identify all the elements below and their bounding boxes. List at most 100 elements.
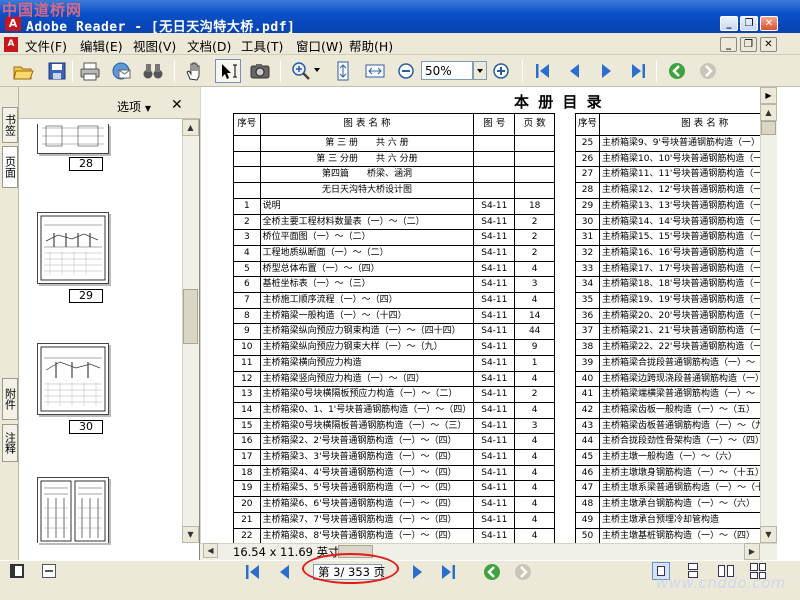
cell-drawing-no: S4-11 xyxy=(473,354,516,372)
menu-document[interactable]: 文档(D) xyxy=(187,36,231,55)
tab-attachments[interactable]: 附件 xyxy=(2,378,18,420)
hand-tool-icon[interactable] xyxy=(182,59,208,83)
previous-page-icon[interactable] xyxy=(562,59,588,83)
cell-title: 桥位平面图（一）～（二） xyxy=(259,229,475,246)
cell-title: 主桥箱梁6、6'号块普通钢筋构造（一）～（四） xyxy=(259,496,475,513)
cell-drawing-no: S4-11 xyxy=(473,323,516,341)
cell-title: 主桥箱梁横向预应力构造 xyxy=(259,354,475,372)
cell-title: 主桥箱梁9、9'号块普通钢筋构造（一）～（四） xyxy=(599,135,760,152)
document-icon[interactable]: A xyxy=(4,37,18,52)
snapshot-tool-icon[interactable] xyxy=(247,59,273,83)
page-options-arrow-icon[interactable]: ▶ xyxy=(760,87,777,104)
cell-pages: 44 xyxy=(514,323,555,341)
tab-comments[interactable]: 注释 xyxy=(2,424,18,462)
status-next-view-icon[interactable] xyxy=(513,562,533,582)
page-thumbnail-29[interactable] xyxy=(37,212,109,284)
zoom-in-icon[interactable] xyxy=(488,59,514,83)
cell-title: 主桥箱梁22、22'号块普通钢筋构造（一）～（四） xyxy=(599,339,760,356)
last-page-icon[interactable] xyxy=(625,59,651,83)
cell-no: 4 xyxy=(233,244,261,262)
fit-width-icon[interactable] xyxy=(362,59,388,83)
menu-tools[interactable]: 工具(T) xyxy=(241,36,283,55)
menu-window[interactable]: 窗口(W) xyxy=(296,36,343,55)
status-next-page-icon[interactable] xyxy=(407,562,427,582)
table-row: 43 主桥箱梁齿板普通钢筋构造（一）～（九） xyxy=(575,417,760,435)
page-thumbnail-28[interactable] xyxy=(37,124,109,154)
show-navigation-pane-icon[interactable] xyxy=(10,564,24,578)
cell-no: 45 xyxy=(575,449,601,466)
panel-options-menu[interactable]: 选项 ▼ xyxy=(117,98,151,115)
cell-title: 主桥箱梁纵向预应力钢束大样（一）～（九） xyxy=(259,339,475,356)
cell-pages: 3 xyxy=(514,276,555,294)
select-text-tool-icon[interactable] xyxy=(215,59,241,83)
cell-pages: 3 xyxy=(514,417,555,435)
cell-drawing-no: S4-11 xyxy=(473,433,516,451)
panel-scroll-down-button[interactable]: ▼ xyxy=(182,526,199,543)
cell-title: 主桥主墩墩身钢筋构造（一）～（十五） xyxy=(599,464,760,482)
status-previous-view-icon[interactable] xyxy=(482,562,502,582)
zoom-dropdown-arrow-icon[interactable] xyxy=(314,68,320,72)
status-last-page-icon[interactable] xyxy=(438,562,458,582)
col-header-pages: 页 数 xyxy=(514,113,555,136)
email-icon[interactable] xyxy=(108,59,134,83)
tab-bookmarks[interactable]: 书签 xyxy=(2,107,18,143)
cell-no: 13 xyxy=(233,386,261,403)
table-row: 13 主桥箱梁0号块横隔板预应力构造（一）～（二） S4-11 2 xyxy=(233,386,555,403)
next-view-icon[interactable] xyxy=(695,59,721,83)
close-button[interactable]: ✕ xyxy=(760,16,778,31)
hscroll-right-icon[interactable]: ▶ xyxy=(744,543,760,560)
zoom-level-input[interactable]: 50% xyxy=(421,61,473,80)
table-row: 4 工程地质纵断面（一）～（二） S4-11 2 xyxy=(233,244,555,262)
menu-edit[interactable]: 编辑(E) xyxy=(80,36,123,55)
zoom-in-tool-icon[interactable] xyxy=(288,59,314,83)
document-scrollbar[interactable] xyxy=(760,87,777,543)
doc-close-button[interactable]: ✕ xyxy=(760,37,777,52)
open-icon[interactable] xyxy=(10,59,36,83)
cell-title: 主桥主墩承台钢筋构造（一）～（六） xyxy=(599,496,760,513)
first-page-icon[interactable] xyxy=(530,59,556,83)
zoom-out-icon[interactable] xyxy=(393,59,419,83)
doc-scroll-up-button[interactable]: ▲ xyxy=(760,104,777,121)
previous-view-icon[interactable] xyxy=(664,59,690,83)
next-page-icon[interactable] xyxy=(593,59,619,83)
menu-help[interactable]: 帮助(H) xyxy=(349,36,393,55)
panel-close-icon[interactable]: ✕ xyxy=(171,97,183,113)
minimize-button[interactable]: _ xyxy=(720,16,738,31)
cell-title: 主桥箱梁13、13'号块普通钢筋构造（一）～（四） xyxy=(599,197,760,215)
page-thumbnail-30[interactable] xyxy=(37,343,109,415)
print-icon[interactable] xyxy=(77,59,103,83)
restore-button[interactable]: ❐ xyxy=(740,16,758,31)
cell-drawing-no: S4-11 xyxy=(473,449,516,466)
search-binoculars-icon[interactable] xyxy=(140,59,166,83)
cell-drawing-no: S4-11 xyxy=(473,276,516,294)
cell-no: 15 xyxy=(233,417,261,435)
status-previous-page-icon[interactable] xyxy=(275,562,295,582)
cell-drawing-no xyxy=(473,150,516,168)
section-row: 第 三 册 共 六 册 xyxy=(233,135,555,152)
cell-title: 主桥施工顺序流程（一）～（四） xyxy=(259,292,475,309)
panel-scroll-thumb[interactable] xyxy=(183,289,198,344)
panel-scroll-up-button[interactable]: ▲ xyxy=(182,119,199,136)
menu-file[interactable]: 文件(F) xyxy=(25,36,67,55)
cell-title: 主桥箱梁0、1、1'号块普通钢筋构造（一）～（四） xyxy=(259,401,475,419)
table-row: 12 主桥箱梁竖向预应力构造（一）～（四） S4-11 4 xyxy=(233,370,555,388)
cell-drawing-no: S4-11 xyxy=(473,229,516,246)
status-first-page-icon[interactable] xyxy=(243,562,263,582)
cell-pages xyxy=(514,150,555,168)
table-row: 33主桥箱梁17、17'号块普通钢筋构造（一）～（四） xyxy=(575,260,760,278)
page-layout-icon[interactable] xyxy=(42,564,56,578)
doc-minimize-button[interactable]: _ xyxy=(720,37,737,52)
zoom-level-dropdown-icon[interactable] xyxy=(473,61,487,80)
page-thumbnail-31[interactable] xyxy=(37,477,109,543)
cell-drawing-no: S4-11 xyxy=(473,417,516,435)
doc-restore-button[interactable]: ❐ xyxy=(740,37,757,52)
doc-scroll-down-button[interactable]: ▼ xyxy=(760,526,777,543)
menu-view[interactable]: 视图(V) xyxy=(133,36,176,55)
save-icon[interactable] xyxy=(44,59,70,83)
tab-pages[interactable]: 页面 xyxy=(2,146,18,188)
hscroll-left-icon[interactable]: ◀ xyxy=(203,543,218,558)
doc-scroll-thumb[interactable] xyxy=(761,121,776,135)
cell-title: 主桥主墩一般构造（一）～（六） xyxy=(599,449,760,466)
fit-height-icon[interactable] xyxy=(330,59,356,83)
cell-title: 主桥箱梁7、7'号块普通钢筋构造（一）～（四） xyxy=(259,511,475,529)
